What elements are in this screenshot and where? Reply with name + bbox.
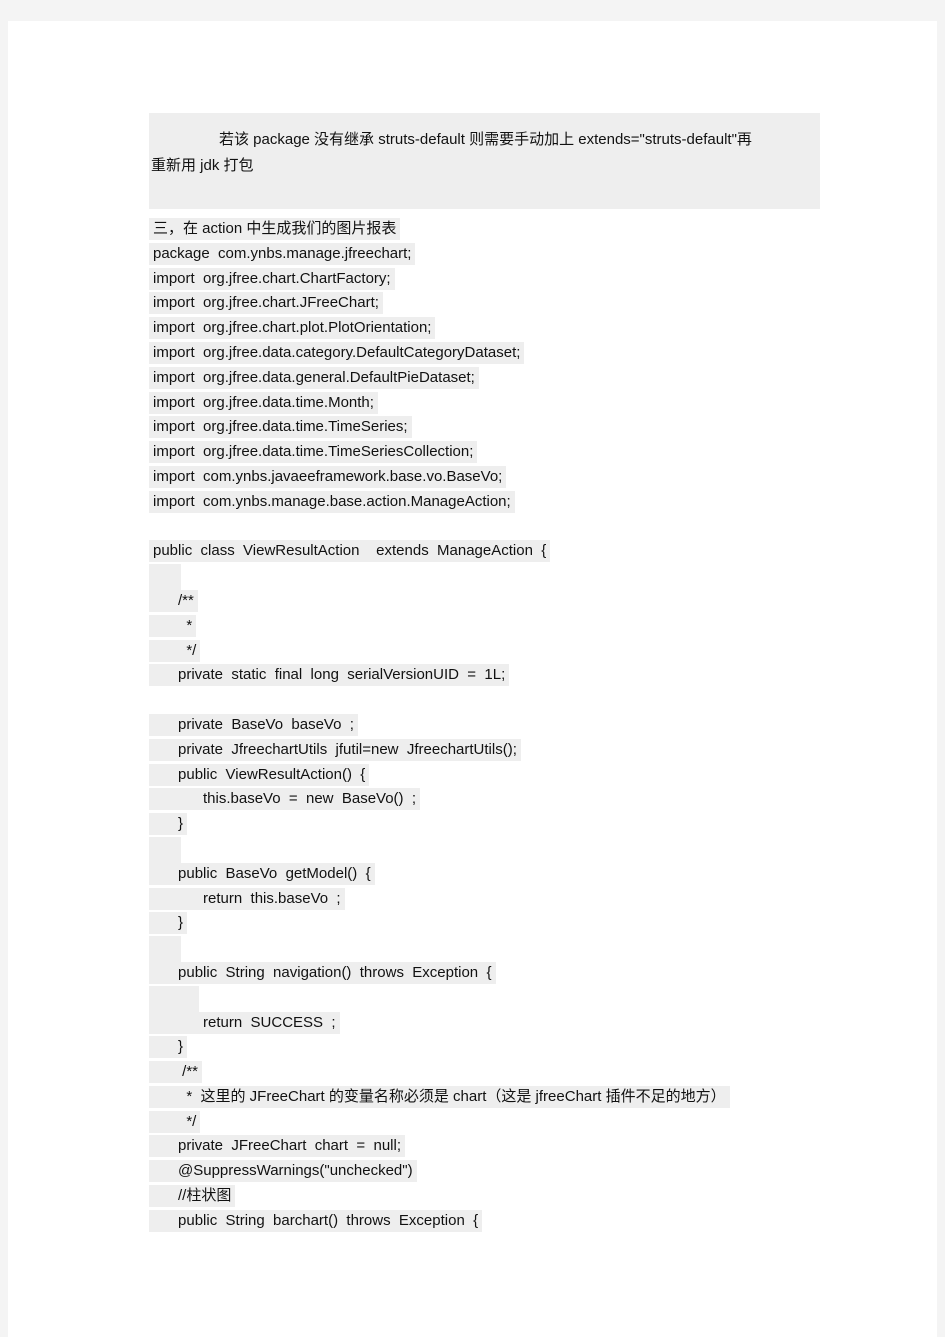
code-line-text: //柱状图 xyxy=(149,1185,236,1208)
section-heading: 三，在 action 中生成我们的图片报表 xyxy=(149,217,849,242)
code-line-text: public String navigation() throws Except… xyxy=(149,961,496,984)
code-line: public String barchart() throws Exceptio… xyxy=(149,1209,849,1234)
code-line: //柱状图 xyxy=(149,1184,849,1209)
code-line: import org.jfree.data.category.DefaultCa… xyxy=(149,341,849,366)
code-line: import org.jfree.data.time.Month; xyxy=(149,391,849,416)
code-line-text: * 这里的 JFreeChart 的变量名称必须是 chart（这是 jfree… xyxy=(149,1085,730,1108)
code-line-text: public String barchart() throws Exceptio… xyxy=(149,1209,483,1232)
code-line xyxy=(149,564,849,594)
code-line-text: return this.baseVo ; xyxy=(149,887,345,910)
code-line: import org.jfree.data.time.TimeSeriesCol… xyxy=(149,440,849,465)
code-line-text: /** xyxy=(149,1061,203,1084)
code-line-text: return SUCCESS ; xyxy=(149,1011,340,1034)
code-line-text: private BaseVo baseVo ; xyxy=(149,713,358,736)
code-line: return SUCCESS ; xyxy=(149,1011,849,1036)
code-line-text: * xyxy=(149,614,197,637)
code-line-text: */ xyxy=(149,1110,201,1133)
code-line: private static final long serialVersionU… xyxy=(149,663,849,688)
code-line-text: } xyxy=(149,813,188,836)
code-line: package com.ynbs.manage.jfreechart; xyxy=(149,242,849,267)
code-line-text: /** xyxy=(149,589,198,612)
code-line-text: this.baseVo = new BaseVo() ; xyxy=(149,788,421,811)
code-line xyxy=(149,515,849,540)
code-line: public String navigation() throws Except… xyxy=(149,961,849,986)
code-line: public BaseVo getModel() { xyxy=(149,862,849,887)
code-line: import org.jfree.data.general.DefaultPie… xyxy=(149,366,849,391)
intro-callout: 若该 package 没有继承 struts-default 则需要手动加上 e… xyxy=(149,113,820,209)
code-line: * xyxy=(149,614,849,639)
code-listing: 三，在 action 中生成我们的图片报表 package com.ynbs.m… xyxy=(149,217,849,1234)
code-line-text: @SuppressWarnings("unchecked") xyxy=(149,1160,417,1183)
code-line-text: import org.jfree.chart.JFreeChart; xyxy=(149,292,383,315)
code-line: /** xyxy=(149,589,849,614)
code-line: */ xyxy=(149,639,849,664)
code-line-text: import org.jfree.chart.ChartFactory; xyxy=(149,267,395,290)
code-line-text: public BaseVo getModel() { xyxy=(149,862,375,885)
code-line-text: import com.ynbs.javaeeframework.base.vo.… xyxy=(149,465,507,488)
code-line-text: public ViewResultAction() { xyxy=(149,763,370,786)
code-line: private JfreechartUtils jfutil=new Jfree… xyxy=(149,738,849,763)
code-line-text: import org.jfree.data.general.DefaultPie… xyxy=(149,366,479,389)
document-content: 若该 package 没有继承 struts-default 则需要手动加上 e… xyxy=(149,113,849,1234)
code-line-text: import org.jfree.data.category.DefaultCa… xyxy=(149,341,525,364)
code-line: } xyxy=(149,1035,849,1060)
code-line: import com.ynbs.javaeeframework.base.vo.… xyxy=(149,465,849,490)
code-line: this.baseVo = new BaseVo() ; xyxy=(149,787,849,812)
code-line-text: import org.jfree.data.time.TimeSeries; xyxy=(149,416,412,439)
code-line: private BaseVo baseVo ; xyxy=(149,713,849,738)
code-line-text: } xyxy=(149,912,188,935)
code-line: } xyxy=(149,812,849,837)
code-line: */ xyxy=(149,1110,849,1135)
code-line-text: } xyxy=(149,1036,188,1059)
code-line-text: import org.jfree.data.time.Month; xyxy=(149,391,378,414)
code-line: * 这里的 JFreeChart 的变量名称必须是 chart（这是 jfree… xyxy=(149,1085,849,1110)
code-line-text: import com.ynbs.manage.base.action.Manag… xyxy=(149,490,515,513)
code-line: } xyxy=(149,911,849,936)
code-line: public class ViewResultAction extends Ma… xyxy=(149,539,849,564)
code-body: package com.ynbs.manage.jfreechart; impor… xyxy=(149,242,849,1234)
code-line: import org.jfree.chart.ChartFactory; xyxy=(149,267,849,292)
code-line-text: private static final long serialVersionU… xyxy=(149,664,510,687)
code-line: public ViewResultAction() { xyxy=(149,763,849,788)
code-line xyxy=(149,985,849,1016)
code-line-text: import org.jfree.data.time.TimeSeriesCol… xyxy=(149,441,478,464)
code-line xyxy=(149,936,849,966)
code-line-text: private JfreechartUtils jfutil=new Jfree… xyxy=(149,738,521,761)
code-line: return this.baseVo ; xyxy=(149,887,849,912)
code-line-text: private JFreeChart chart = null; xyxy=(149,1135,406,1158)
code-line: import com.ynbs.manage.base.action.Manag… xyxy=(149,490,849,515)
code-line: import org.jfree.chart.JFreeChart; xyxy=(149,291,849,316)
section-heading-text: 三，在 action 中生成我们的图片报表 xyxy=(149,218,401,240)
code-line: import org.jfree.data.time.TimeSeries; xyxy=(149,415,849,440)
code-line xyxy=(149,688,849,713)
callout-line: 若该 package 没有继承 struts-default 则需要手动加上 e… xyxy=(219,131,752,148)
code-line-text: package com.ynbs.manage.jfreechart; xyxy=(149,242,416,265)
code-line-text: import org.jfree.chart.plot.PlotOrientat… xyxy=(149,317,436,340)
code-line: private JFreeChart chart = null; xyxy=(149,1134,849,1159)
code-line-text: public class ViewResultAction extends Ma… xyxy=(149,540,551,563)
code-line-text: */ xyxy=(149,639,201,662)
code-line: @SuppressWarnings("unchecked") xyxy=(149,1159,849,1184)
callout-line: 重新用 jdk 打包 xyxy=(151,157,254,174)
code-line xyxy=(149,836,849,867)
code-line: /** xyxy=(149,1060,849,1085)
code-line: import org.jfree.chart.plot.PlotOrientat… xyxy=(149,316,849,341)
document-page: 若该 package 没有继承 struts-default 则需要手动加上 e… xyxy=(8,21,937,1337)
